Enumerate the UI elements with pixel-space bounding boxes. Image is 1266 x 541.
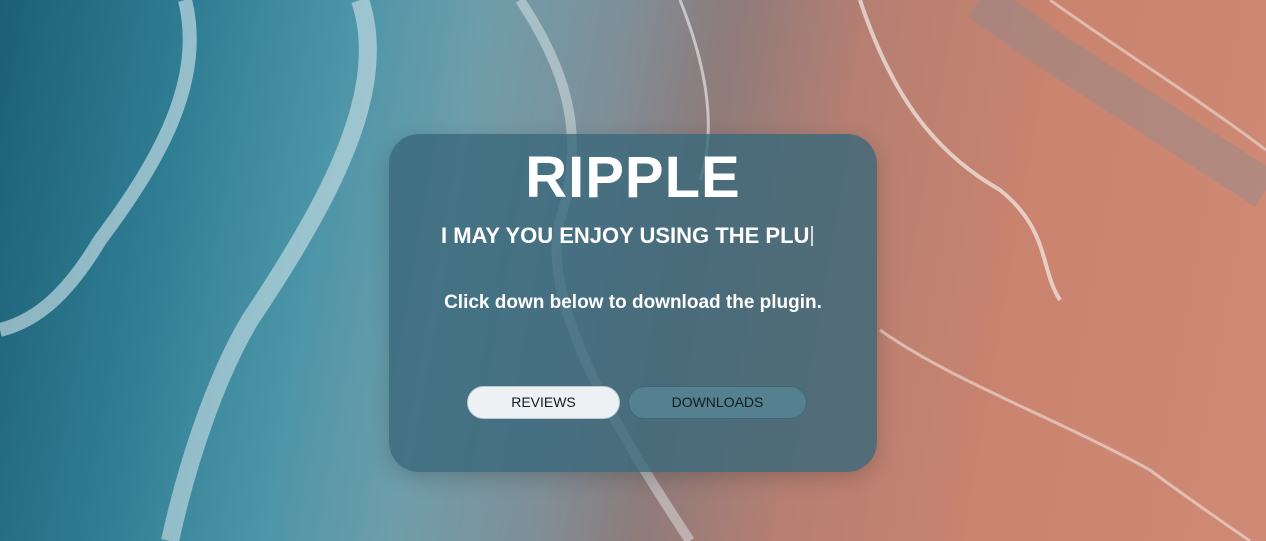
page-title: RIPPLE xyxy=(525,145,741,210)
typing-cursor xyxy=(811,226,814,246)
downloads-button[interactable]: DOWNLOADS xyxy=(628,386,807,419)
typing-text: I MAY YOU ENJOY USING THE PLU xyxy=(441,223,810,248)
wave-foam-left-2 xyxy=(161,0,377,541)
typing-subtitle: I MAY YOU ENJOY USING THE PLU xyxy=(441,222,814,250)
wave-foam-left xyxy=(0,0,197,337)
reviews-button[interactable]: REVIEWS xyxy=(467,386,620,419)
wave-band-far-right xyxy=(968,0,1266,207)
hero-section: RIPPLE I MAY YOU ENJOY USING THE PLU Cli… xyxy=(0,0,1266,541)
hero-card: RIPPLE I MAY YOU ENJOY USING THE PLU Cli… xyxy=(389,134,877,472)
wave-foam-right-2 xyxy=(879,328,1251,541)
download-description: Click down below to download the plugin. xyxy=(444,292,822,313)
